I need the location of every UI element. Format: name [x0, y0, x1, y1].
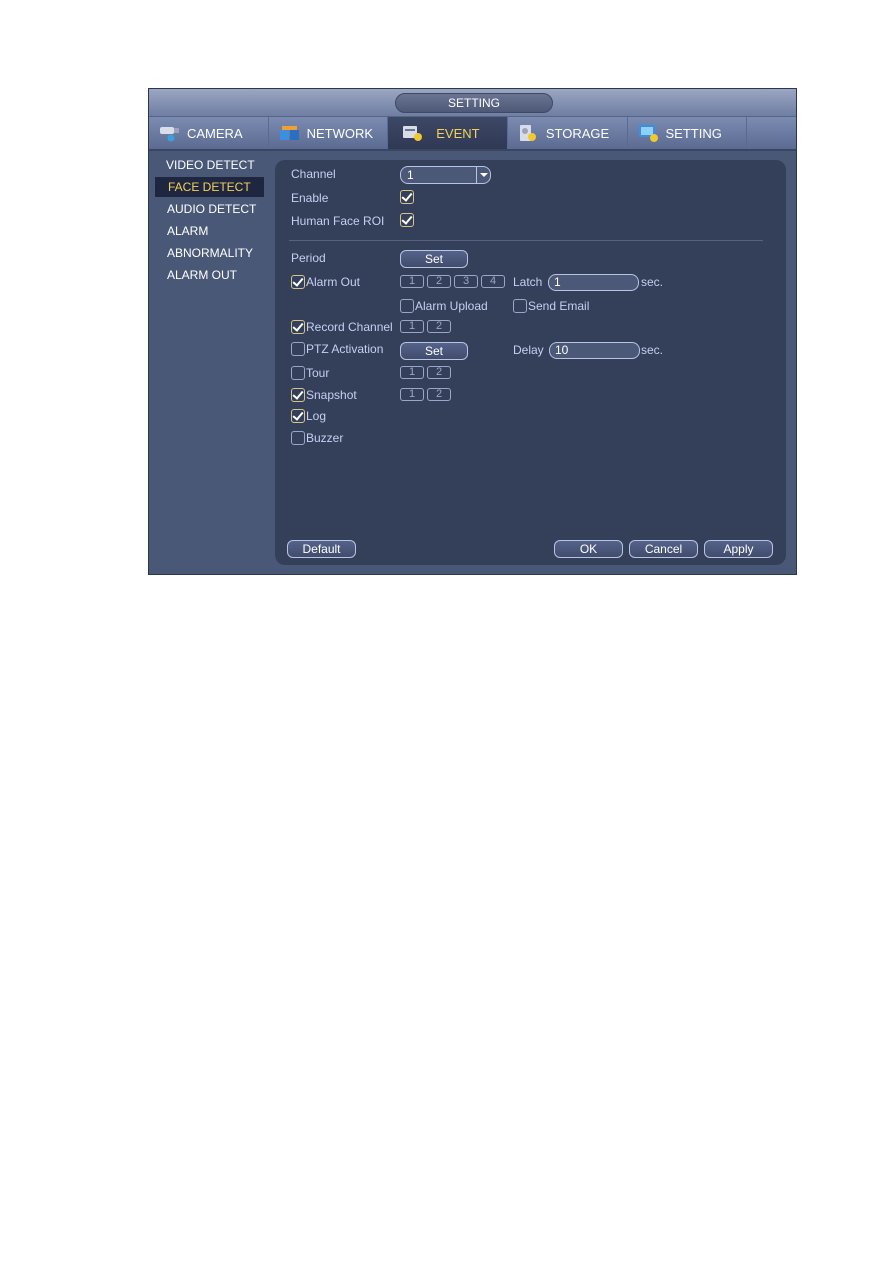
face-detect-panel: Channel 1 Enable Human Face ROI Period S… [275, 160, 786, 565]
alarm-out-channel-3[interactable]: 3 [454, 275, 478, 288]
human-face-roi-checkbox[interactable] [400, 213, 414, 227]
channel-select[interactable]: 1 [400, 166, 491, 184]
settings-window: SETTING CAMERA NETWORK EVENT STORAGE SET… [148, 88, 797, 575]
channel-value: 1 [407, 168, 414, 182]
default-button[interactable]: Default [287, 540, 356, 558]
tab-setting[interactable]: SETTING [628, 117, 748, 149]
ptz-activation-label: PTZ Activation [306, 342, 384, 356]
ok-button[interactable]: OK [554, 540, 623, 558]
ptz-activation-checkbox[interactable] [291, 342, 305, 356]
tab-filler [747, 117, 796, 149]
apply-button[interactable]: Apply [704, 540, 773, 558]
record-channel-1[interactable]: 1 [400, 320, 424, 333]
tour-checkbox[interactable] [291, 366, 305, 380]
record-channel-checkbox[interactable] [291, 320, 305, 334]
snapshot-label: Snapshot [306, 388, 357, 402]
alarm-upload-checkbox[interactable] [400, 299, 414, 313]
tab-camera-label: CAMERA [187, 125, 243, 141]
event-icon [402, 124, 424, 142]
tour-label: Tour [306, 366, 330, 380]
delay-label: Delay [513, 343, 544, 357]
sidebar: VIDEO DETECT FACE DETECT AUDIO DETECT AL… [149, 153, 275, 574]
alarm-upload-label: Alarm Upload [415, 299, 488, 313]
chevron-down-icon[interactable] [476, 167, 490, 183]
human-face-roi-label: Human Face ROI [291, 214, 385, 228]
buzzer-label: Buzzer [306, 431, 344, 445]
alarm-out-channel-1[interactable]: 1 [400, 275, 424, 288]
title-bar: SETTING [149, 89, 796, 117]
delay-unit: sec. [641, 343, 664, 357]
latch-unit: sec. [641, 275, 664, 289]
alarm-out-channel-4[interactable]: 4 [481, 275, 505, 288]
divider [289, 240, 763, 241]
alarm-out-channel-2[interactable]: 2 [427, 275, 451, 288]
record-channel-2[interactable]: 2 [427, 320, 451, 333]
snapshot-channel-2[interactable]: 2 [427, 388, 451, 401]
alarm-out-checkbox[interactable] [291, 275, 305, 289]
enable-checkbox[interactable] [400, 190, 414, 204]
latch-input[interactable]: 1 [548, 274, 639, 291]
tab-network-label: NETWORK [306, 125, 374, 141]
period-set-button[interactable]: Set [400, 250, 468, 268]
sidebar-item-audio-detect[interactable]: AUDIO DETECT [155, 199, 264, 219]
camera-icon [159, 124, 181, 142]
storage-icon [518, 124, 540, 142]
tour-channel-2[interactable]: 2 [427, 366, 451, 379]
setting-icon [638, 124, 660, 142]
tab-setting-label: SETTING [665, 125, 722, 141]
sidebar-item-face-detect[interactable]: FACE DETECT [155, 177, 264, 197]
tab-camera[interactable]: CAMERA [149, 117, 269, 149]
sidebar-item-alarm-out[interactable]: ALARM OUT [155, 265, 264, 285]
tab-storage[interactable]: STORAGE [508, 117, 628, 149]
channel-label: Channel [291, 167, 336, 181]
latch-label: Latch [513, 275, 543, 289]
tab-event[interactable]: EVENT [388, 117, 508, 149]
tab-event-label: EVENT [436, 125, 480, 141]
tab-network[interactable]: NETWORK [269, 117, 389, 149]
period-label: Period [291, 251, 326, 265]
snapshot-checkbox[interactable] [291, 388, 305, 402]
snapshot-channel-1[interactable]: 1 [400, 388, 424, 401]
sidebar-item-abnormality[interactable]: ABNORMALITY [155, 243, 264, 263]
sidebar-item-video-detect[interactable]: VIDEO DETECT [155, 155, 264, 175]
buzzer-checkbox[interactable] [291, 431, 305, 445]
tab-bar: CAMERA NETWORK EVENT STORAGE SETTING [149, 117, 796, 151]
send-email-label: Send Email [528, 299, 590, 313]
tour-channel-1[interactable]: 1 [400, 366, 424, 379]
tab-storage-label: STORAGE [545, 125, 610, 141]
ptz-set-button[interactable]: Set [400, 342, 468, 360]
delay-input[interactable]: 10 [549, 342, 640, 359]
window-title: SETTING [395, 93, 553, 113]
sidebar-item-alarm[interactable]: ALARM [155, 221, 264, 241]
log-label: Log [306, 409, 327, 423]
send-email-checkbox[interactable] [513, 299, 527, 313]
cancel-button[interactable]: Cancel [629, 540, 698, 558]
network-icon [279, 124, 301, 142]
alarm-out-label: Alarm Out [306, 275, 361, 289]
log-checkbox[interactable] [291, 409, 305, 423]
enable-label: Enable [291, 191, 329, 205]
record-channel-label: Record Channel [306, 320, 393, 334]
